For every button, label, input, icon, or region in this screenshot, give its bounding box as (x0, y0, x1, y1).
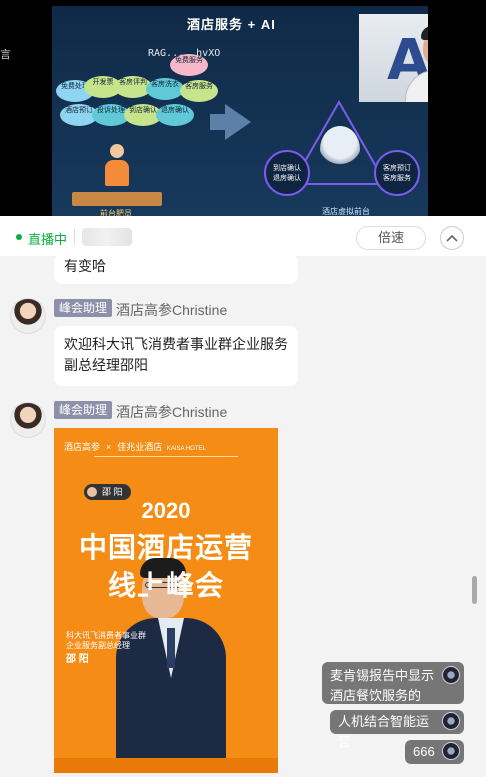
danmaku-comment: 人机结合智能运营 (330, 710, 464, 749)
sender-name: 酒店高参Christine (116, 404, 228, 420)
event-poster-image[interactable]: 酒店高参 × 佳兆业酒店 KAISA HOTEL 邵 阳 2020 中国酒店运营 线… (54, 428, 278, 773)
poster-logos: 酒店高参 × 佳兆业酒店 KAISA HOTEL (64, 440, 206, 453)
edge-glyph: 言 (0, 49, 11, 61)
danmaku-comment: 666 (405, 740, 464, 764)
sender-name: 酒店高参Christine (116, 302, 228, 318)
poster-logo-separator: × (106, 442, 112, 452)
collapse-button[interactable] (440, 226, 464, 250)
role-badge: 峰会助理 (54, 299, 113, 317)
diagram-node: 到店确认 退房确认 (264, 150, 310, 196)
poster-year: 2020 (141, 498, 191, 523)
video-player[interactable]: 言 酒店服务 + AI RAG... .hvXO 免费服务 免费处理 开发票 客… (0, 0, 486, 216)
chevron-up-icon (446, 234, 458, 242)
speaker-avatar-icon (87, 487, 97, 497)
slide-bubble: 退房确认 (156, 104, 194, 126)
danmaku-text: 麦肯锡报告中显示 (330, 668, 435, 683)
chat-message-text: 副总经理邵阳 (64, 357, 148, 373)
avatar (442, 742, 460, 760)
blurred-host-name (82, 228, 132, 246)
speaker-tie (167, 628, 175, 668)
avatar[interactable] (10, 298, 46, 334)
speaker-pill-label: 邵 阳 (102, 487, 123, 497)
danmaku-comment: 麦肯锡报告中显示 酒店餐饮服务的A... (322, 662, 464, 723)
avatar (442, 712, 460, 730)
danmaku-text: 666 (413, 744, 435, 759)
chat-message: 有变哈 (54, 254, 298, 284)
avatar (442, 666, 460, 684)
diagram-node: 客房预订 客房服务 (374, 150, 420, 196)
poster-logo-left: 酒店高参 (64, 442, 101, 452)
slide-bubble: 免费服务 (170, 54, 208, 76)
role-badge: 峰会助理 (54, 401, 113, 419)
receptionist-illustration (104, 142, 130, 190)
chat-message-text: 欢迎科大讯飞消费者事业群企业服务 (64, 336, 288, 352)
live-status-label: 直播中 (28, 232, 68, 247)
divider (74, 229, 75, 245)
poster-speaker-name: 邵 阳 (66, 654, 89, 665)
slide-bubble: 客房服务 (180, 80, 218, 102)
divider (94, 456, 238, 457)
robot-icon (320, 126, 360, 172)
front-desk-label: 前台肥员 (100, 209, 132, 216)
platform-label: 酒店虚拟前台 (322, 207, 370, 216)
arrow-head-icon (225, 104, 251, 140)
slide-bubble: 客房洗衣 (146, 78, 184, 100)
poster-logo-right: 佳兆业酒店 (117, 442, 163, 452)
scrollbar-thumb[interactable] (472, 576, 477, 604)
poster-logo-right-sub: KAISA HOTEL (166, 446, 206, 452)
slide-title: 酒店服务 + AI (187, 17, 276, 32)
playback-speed-button[interactable]: 倍速 (356, 226, 426, 250)
chat-message: 欢迎科大讯飞消费者事业群企业服务 副总经理邵阳 (54, 326, 298, 386)
speaker-webcam: A (359, 14, 428, 102)
presentation-slide: 酒店服务 + AI RAG... .hvXO 免费服务 免费处理 开发票 客房评… (52, 6, 428, 216)
avatar[interactable] (10, 402, 46, 438)
arrow-icon (210, 114, 226, 130)
poster-footer-band (54, 758, 278, 773)
chat-message-text: 有变哈 (64, 258, 106, 274)
front-desk-illustration (72, 192, 162, 206)
live-indicator-icon (16, 234, 22, 240)
